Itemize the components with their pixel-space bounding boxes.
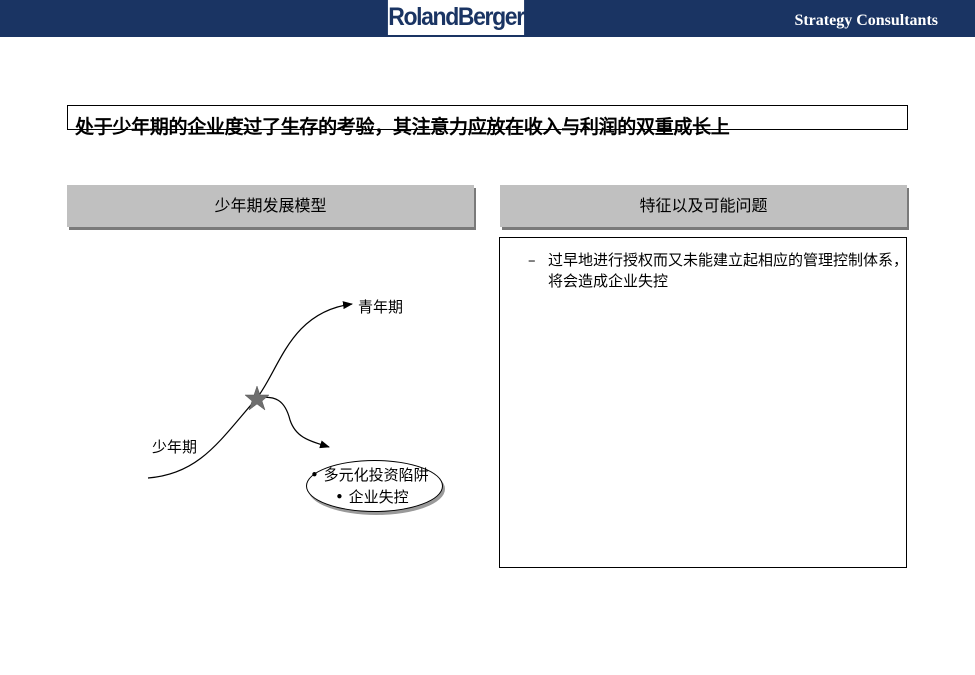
star-icon bbox=[244, 385, 270, 411]
branch-curve bbox=[256, 396, 330, 449]
juvenile-stage-label: 少年期 bbox=[152, 438, 198, 456]
issue-text: 过早地进行授权而又未能建立起相应的管理控制体系，将会造成企业失控 bbox=[548, 251, 909, 290]
youth-stage-label: 青年期 bbox=[358, 298, 404, 316]
risk-item: • 多元化投资陷阱 bbox=[310, 466, 429, 484]
risk-item: • 企业失控 bbox=[335, 488, 409, 506]
issue-item: – 过早地进行授权而又未能建立起相应的管理控制体系，将会造成企业失控 bbox=[528, 250, 908, 292]
dash-bullet: – bbox=[528, 251, 536, 269]
